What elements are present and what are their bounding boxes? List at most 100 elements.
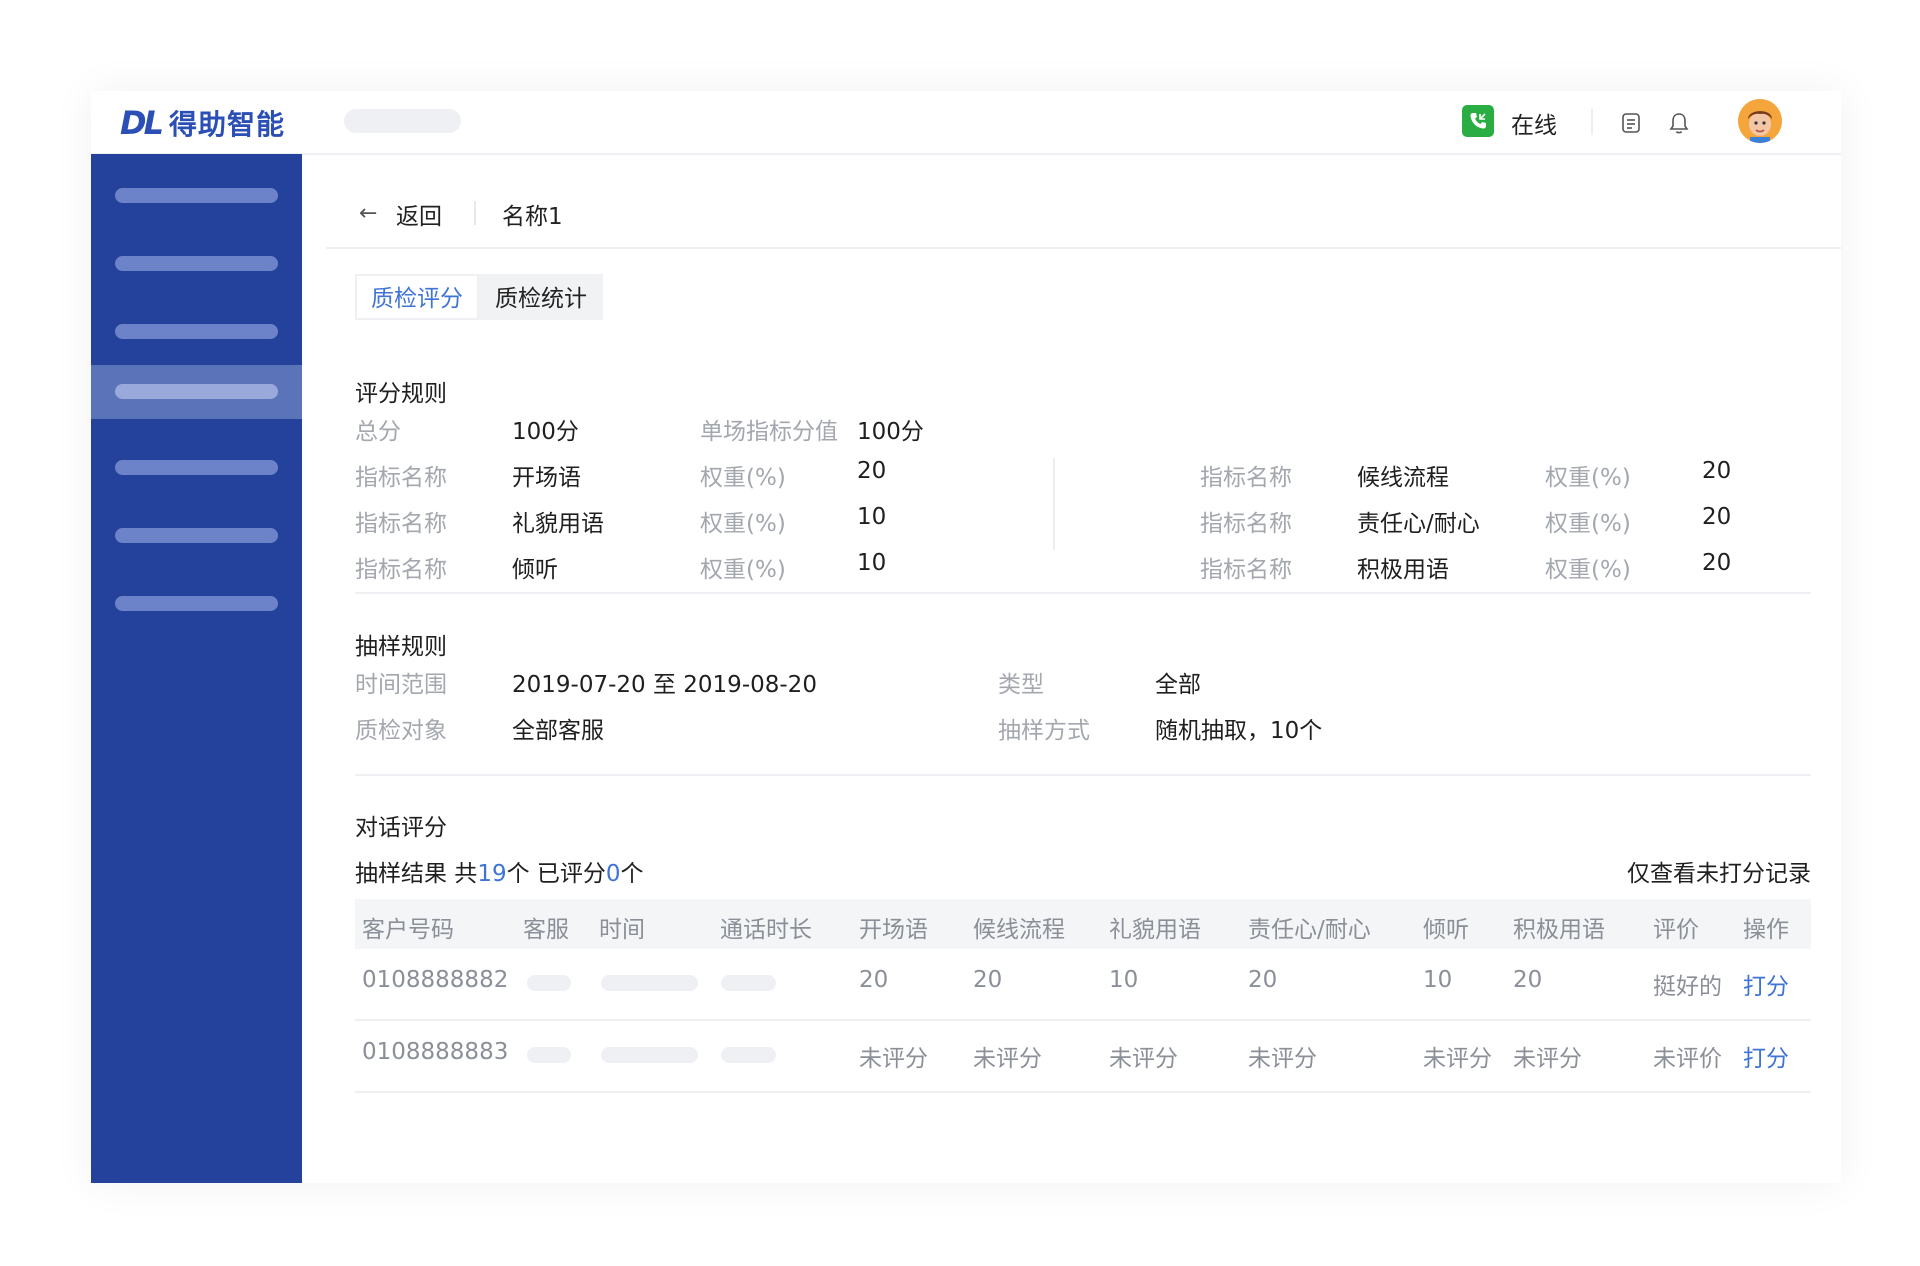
tab-quality-stats[interactable]: 质检统计	[479, 274, 603, 320]
col-customer-phone[interactable]: 客户号码	[362, 910, 454, 944]
type-label: 类型	[998, 672, 1044, 698]
sidebar-item-5[interactable]	[91, 440, 302, 494]
cell-score: 20	[1248, 967, 1278, 993]
brand-name: 得助智能	[168, 108, 285, 141]
sidebar-item-1[interactable]	[91, 168, 302, 222]
tab-quality-score[interactable]: 质检评分	[355, 274, 479, 320]
section-divider	[355, 774, 1811, 776]
col-hold-process[interactable]: 候线流程	[973, 910, 1065, 944]
total-count: 19	[477, 861, 507, 887]
method-value: 随机抽取，10个	[1155, 718, 1323, 744]
brand-logo[interactable]: DL 得助智能	[120, 104, 285, 142]
avatar[interactable]	[1738, 99, 1782, 143]
col-comment[interactable]: 评价	[1653, 910, 1699, 944]
time-range-value: 2019-07-20 至 2019-08-20	[512, 672, 817, 698]
metric-weight-label: 权重(%)	[1545, 511, 1631, 537]
method-label: 抽样方式	[998, 718, 1090, 744]
back-link[interactable]: 返回	[396, 197, 442, 231]
sidebar-item-4[interactable]	[91, 365, 302, 419]
scoring-column-divider	[1053, 458, 1055, 550]
cell-agent-placeholder	[527, 975, 571, 991]
sidebar-item-2[interactable]	[91, 236, 302, 290]
scored-count: 0	[605, 861, 621, 887]
col-duration[interactable]: 通话时长	[720, 910, 812, 944]
page-title: 名称1	[502, 204, 563, 230]
single-score-label: 单场指标分值	[700, 419, 838, 445]
cell-phone: 0108888883	[362, 1039, 509, 1065]
total-score-value: 100分	[512, 419, 579, 445]
score-action-link[interactable]: 打分	[1743, 967, 1789, 1001]
header-divider	[1591, 109, 1593, 135]
metric-weight: 10	[857, 504, 887, 530]
cell-agent-placeholder	[527, 1047, 571, 1063]
metric-weight: 20	[857, 458, 887, 484]
bell-icon[interactable]	[1668, 111, 1690, 139]
metric-name-label: 指标名称	[1200, 557, 1292, 583]
col-positive[interactable]: 积极用语	[1513, 910, 1605, 944]
table-header: 客户号码 客服 时间 通话时长 开场语 候线流程 礼貌用语 责任心/耐心 倾听 …	[355, 899, 1811, 949]
top-bar: DL 得助智能 在线	[91, 91, 1841, 155]
metric-name: 开场语	[512, 465, 581, 491]
cell-score: 未评分	[859, 1046, 928, 1072]
cell-duration-placeholder	[721, 975, 776, 991]
metric-weight: 20	[1702, 504, 1732, 530]
phone-icon[interactable]	[1462, 105, 1494, 137]
cell-score: 10	[1109, 967, 1139, 993]
back-arrow-icon[interactable]: ←	[359, 201, 377, 226]
table-row[interactable]: 0108888882 20 20 10 20 10 20 挺好的 打分	[355, 949, 1811, 1021]
metric-weight: 20	[1702, 550, 1732, 576]
top-search-placeholder[interactable]	[344, 109, 461, 133]
total-score-label: 总分	[355, 419, 401, 445]
cell-score: 20	[1513, 967, 1543, 993]
cell-score: 未评分	[1423, 1046, 1492, 1072]
brand-mark: DL	[120, 104, 164, 142]
col-time[interactable]: 时间	[599, 910, 645, 944]
cell-duration-placeholder	[721, 1047, 776, 1063]
col-responsibility[interactable]: 责任心/耐心	[1248, 910, 1371, 944]
sidebar-item-6[interactable]	[91, 508, 302, 562]
tab-bar: 质检评分 质检统计	[355, 274, 603, 324]
sampling-summary: 抽样结果 共19个 已评分0个	[355, 861, 644, 887]
target-label: 质检对象	[355, 718, 447, 744]
breadcrumb-divider	[474, 201, 476, 225]
col-opening[interactable]: 开场语	[859, 910, 928, 944]
metric-name-label: 指标名称	[355, 465, 447, 491]
metric-weight-label: 权重(%)	[1545, 557, 1631, 583]
col-listening[interactable]: 倾听	[1423, 910, 1469, 944]
sidebar-item-3[interactable]	[91, 304, 302, 358]
metric-name-label: 指标名称	[355, 511, 447, 537]
cell-score: 未评分	[1248, 1046, 1317, 1072]
document-icon[interactable]	[1620, 112, 1642, 138]
metric-name: 积极用语	[1357, 557, 1449, 583]
cell-score: 未评分	[973, 1046, 1042, 1072]
metric-name-label: 指标名称	[1200, 465, 1292, 491]
section-divider	[355, 592, 1811, 594]
metric-name: 责任心/耐心	[1357, 511, 1480, 537]
table-row[interactable]: 0108888883 未评分 未评分 未评分 未评分 未评分 未评分 未评价 打…	[355, 1021, 1811, 1093]
cell-time-placeholder	[601, 1047, 698, 1063]
cell-phone: 0108888882	[362, 967, 509, 993]
cell-comment: 挺好的	[1653, 974, 1722, 1000]
score-action-link[interactable]: 打分	[1743, 1039, 1789, 1073]
app-window: DL 得助智能 在线 ← 返回 名称1 质检评分 质检统计 评分规则 总分 10…	[91, 91, 1841, 1183]
scoring-rules-title: 评分规则	[355, 381, 447, 407]
unscored-filter[interactable]: 仅查看未打分记录	[1627, 854, 1811, 888]
metric-weight-label: 权重(%)	[1545, 465, 1631, 491]
online-status[interactable]: 在线	[1511, 106, 1557, 140]
col-polite[interactable]: 礼貌用语	[1109, 910, 1201, 944]
metric-weight: 20	[1702, 458, 1732, 484]
cell-score: 20	[859, 967, 889, 993]
time-range-label: 时间范围	[355, 672, 447, 698]
single-score-value: 100分	[857, 419, 924, 445]
metric-weight-label: 权重(%)	[700, 465, 786, 491]
metric-name-label: 指标名称	[355, 557, 447, 583]
cell-comment: 未评价	[1653, 1046, 1722, 1072]
breadcrumb: ← 返回 名称1	[326, 177, 1841, 249]
cell-score: 20	[973, 967, 1003, 993]
col-agent[interactable]: 客服	[523, 910, 569, 944]
col-action[interactable]: 操作	[1743, 910, 1789, 944]
sidebar	[91, 154, 302, 1183]
sidebar-item-7[interactable]	[91, 576, 302, 630]
metric-name: 候线流程	[1357, 465, 1449, 491]
metric-name-label: 指标名称	[1200, 511, 1292, 537]
